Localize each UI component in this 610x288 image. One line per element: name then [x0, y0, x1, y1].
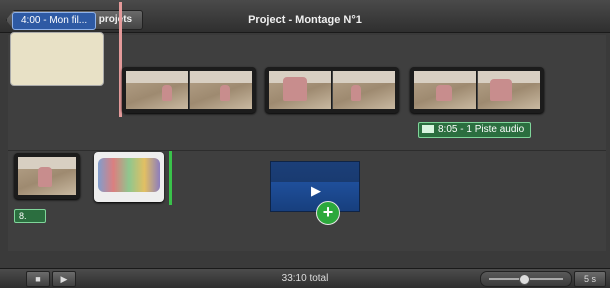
video-clip-4[interactable]	[14, 153, 80, 199]
title-clip-label[interactable]: 4:00 - Mon fil...	[12, 12, 97, 30]
clip-size-slider[interactable]	[480, 271, 572, 287]
zoom-value: 5 s	[574, 271, 606, 287]
audio-track-label: 8:05 - 1 Piste audio	[438, 124, 525, 135]
add-plus-icon: +	[316, 201, 340, 225]
audio-track-icon	[422, 125, 434, 134]
drop-indicator	[169, 151, 172, 205]
video-clip-2[interactable]	[265, 67, 399, 113]
illustration-clip[interactable]	[94, 152, 164, 202]
small-clip-badge[interactable]: 8.	[14, 209, 46, 223]
mouse-pointer-icon: ▶	[311, 183, 321, 198]
video-clip-3[interactable]	[410, 67, 544, 113]
audio-track-badge[interactable]: 8:05 - 1 Piste audio	[418, 122, 532, 138]
bottom-toolbar: ■ ▶ 33:10 total 5 s	[0, 268, 610, 288]
video-clip-1[interactable]	[122, 67, 256, 113]
title-background-clip[interactable]	[10, 32, 104, 86]
slider-knob[interactable]	[519, 274, 530, 285]
